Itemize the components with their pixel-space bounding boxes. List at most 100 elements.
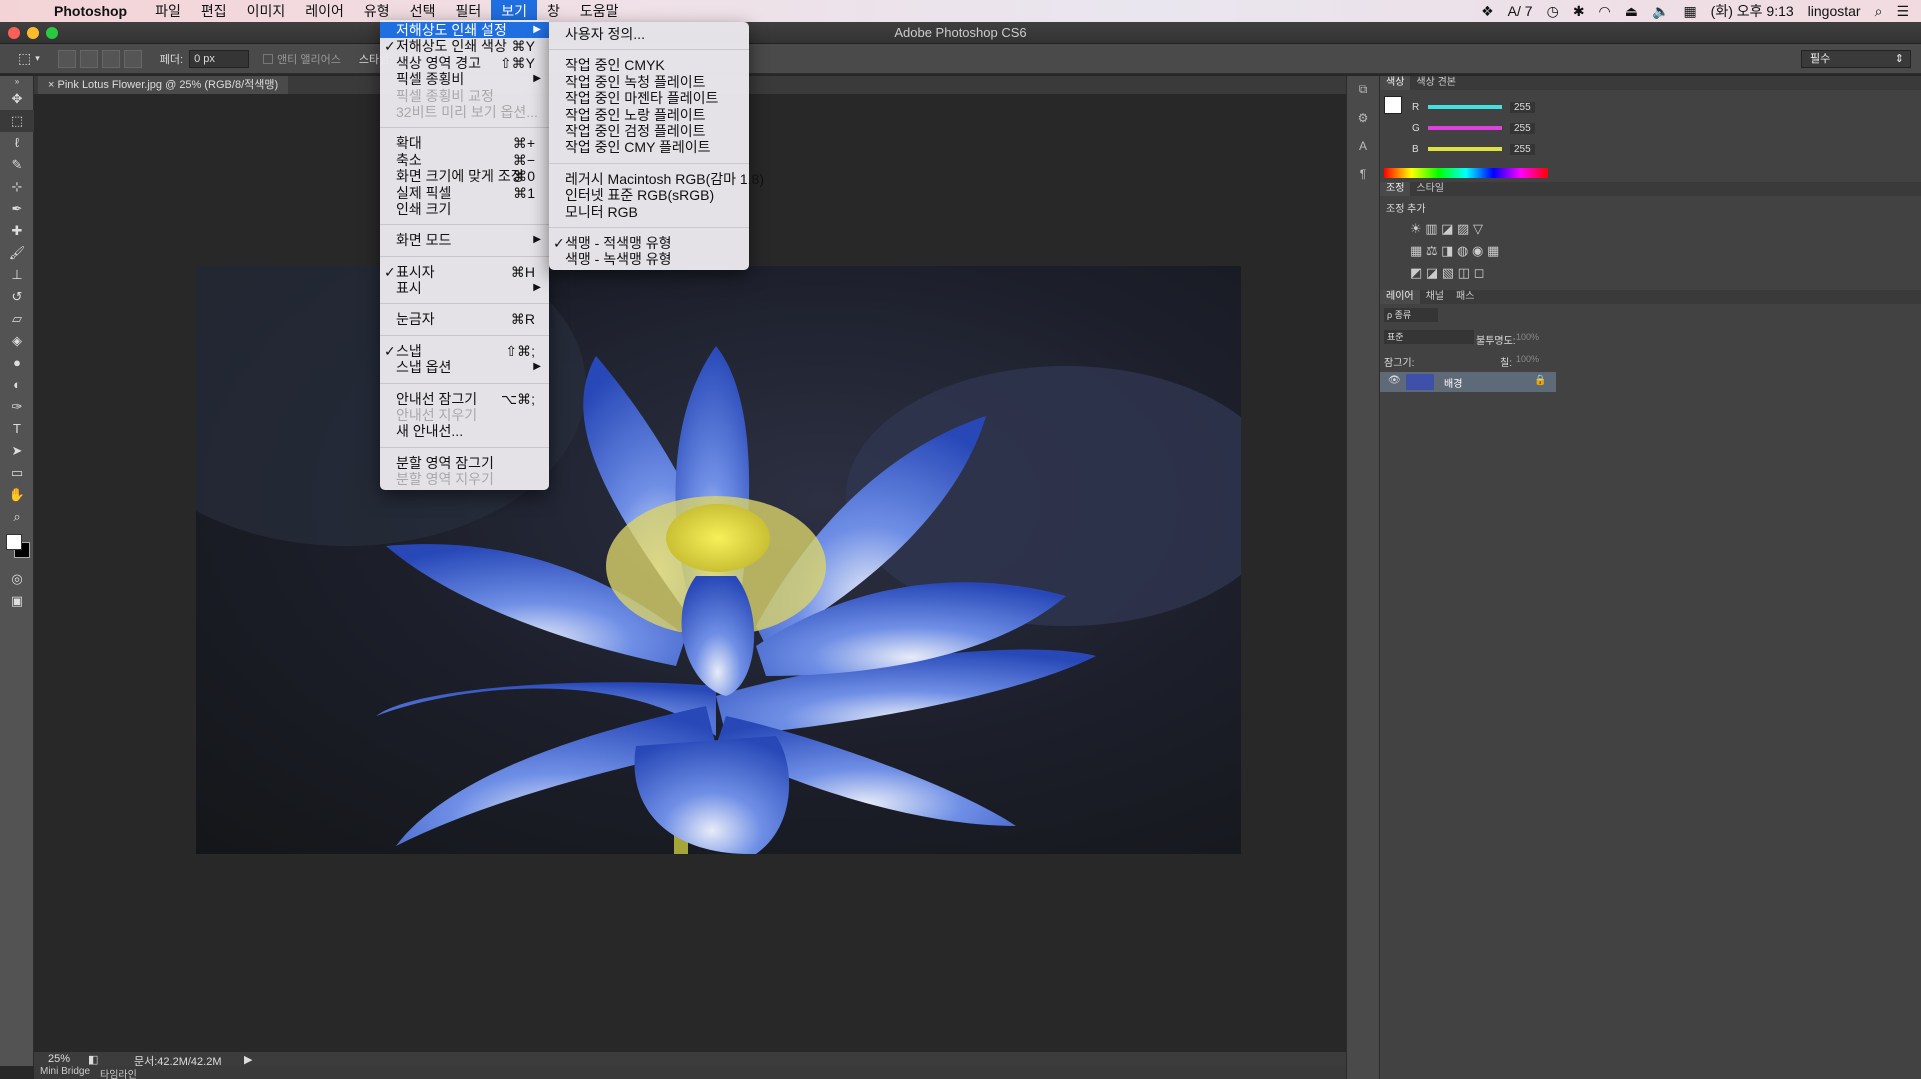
foreground-color-swatch[interactable] bbox=[6, 534, 22, 550]
quick-mask-icon[interactable]: ◎ bbox=[0, 568, 34, 590]
tab-styles[interactable]: 스타일 bbox=[1410, 182, 1450, 196]
app-menu[interactable]: Photoshop bbox=[54, 3, 127, 19]
blend-mode-select[interactable]: 표준 bbox=[1384, 330, 1474, 344]
eye-icon[interactable]: 👁 bbox=[1388, 375, 1401, 386]
eyedropper-tool-icon[interactable]: ✒ bbox=[0, 198, 34, 220]
feather-input[interactable] bbox=[189, 49, 250, 68]
view_menu-item-8[interactable]: 축소 ⌘− bbox=[380, 152, 549, 168]
view_menu-item-18[interactable]: 눈금자 ⌘R bbox=[380, 311, 549, 327]
channel-b-value[interactable]: 255 bbox=[1510, 143, 1535, 155]
proof_submenu-item-3[interactable]: 작업 중인 녹청 플레이트 bbox=[549, 74, 749, 90]
proof_submenu-item-5[interactable]: 작업 중인 노랑 플레이트 bbox=[549, 107, 749, 123]
screen-mode-icon[interactable]: ▣ bbox=[0, 590, 34, 612]
proof_submenu-item-7[interactable]: 작업 중인 CMY 플레이트 bbox=[549, 139, 749, 155]
view_menu-item-1[interactable]: ✓ 저해상도 인쇄 색상 ⌘Y bbox=[380, 38, 549, 54]
layer-row[interactable]: 👁 배경 🔒 bbox=[1380, 372, 1556, 392]
menu-select[interactable]: 선택 bbox=[400, 0, 446, 22]
antialias-checkbox[interactable] bbox=[263, 53, 274, 64]
crop-tool-icon[interactable]: ⊹ bbox=[0, 176, 34, 198]
view_menu-item-20[interactable]: ✓ 스냅 ⇧⌘; bbox=[380, 343, 549, 359]
properties-icon[interactable]: ⚙ bbox=[1347, 111, 1379, 125]
history-brush-tool-icon[interactable]: ↺ bbox=[0, 286, 34, 308]
view_menu-item-7[interactable]: 확대 ⌘+ bbox=[380, 135, 549, 151]
move-tool-icon[interactable]: ✥ bbox=[0, 88, 34, 110]
proof_submenu-item-14[interactable]: 색맹 - 녹색맹 유형 bbox=[549, 251, 749, 267]
fg-swatch[interactable] bbox=[1384, 96, 1402, 114]
adjustment-icons[interactable]: ☀ ▥ ◪ ▨ ▽ ▦ ⚖ ◨ ◍ ◉ ▦ ◩ ◪ ▧ ◫ ◻ bbox=[1410, 218, 1550, 284]
marquee-tool-icon[interactable]: ⬚ bbox=[0, 110, 34, 132]
tab-mini-bridge[interactable]: Mini Bridge bbox=[40, 1066, 90, 1077]
view_menu-item-16[interactable]: 표시 ▶ bbox=[380, 280, 549, 296]
volume-icon[interactable]: 🔈 bbox=[1652, 3, 1669, 20]
adobe-badge-icon[interactable]: A/ 7 bbox=[1508, 3, 1533, 19]
dropbox-icon[interactable]: ❖ bbox=[1481, 3, 1494, 20]
tab-layers[interactable]: 레이어 bbox=[1380, 290, 1420, 304]
tab-swatches[interactable]: 색상 견본 bbox=[1410, 76, 1462, 90]
time-machine-icon[interactable]: ◷ bbox=[1547, 3, 1559, 20]
menu-file[interactable]: 파일 bbox=[145, 0, 191, 22]
clock[interactable]: (화) 오후 9:13 bbox=[1711, 1, 1794, 21]
zoom-tool-icon[interactable]: ⌕ bbox=[0, 506, 34, 528]
tab-paths[interactable]: 패스 bbox=[1450, 290, 1480, 304]
proof_submenu-item-0[interactable]: 사용자 정의... bbox=[549, 26, 749, 42]
menu-help[interactable]: 도움말 bbox=[570, 0, 629, 22]
menu-image[interactable]: 이미지 bbox=[237, 0, 296, 22]
hand-tool-icon[interactable]: ✋ bbox=[0, 484, 34, 506]
proof_submenu-item-9[interactable]: 레거시 Macintosh RGB(감마 1.8) bbox=[549, 171, 764, 187]
paragraph-icon[interactable]: ¶ bbox=[1347, 167, 1379, 181]
view_menu-item-9[interactable]: 화면 크기에 맞게 조정 ⌘0 bbox=[380, 168, 549, 184]
menu-window[interactable]: 창 bbox=[537, 0, 570, 22]
new-selection-icon[interactable] bbox=[57, 49, 76, 68]
slider-b[interactable]: B 255 bbox=[1412, 141, 1535, 157]
proof_submenu-item-11[interactable]: 모니터 RGB bbox=[549, 204, 749, 220]
play-right-icon[interactable]: ▶ bbox=[244, 1053, 252, 1066]
view_menu-item-3[interactable]: 픽셀 종횡비 ▶ bbox=[380, 71, 549, 87]
view_menu-item-2[interactable]: 색상 영역 경고 ⇧⌘Y bbox=[380, 55, 549, 71]
wifi-icon[interactable]: ◠ bbox=[1599, 3, 1611, 20]
tab-adjustments[interactable]: 조정 bbox=[1380, 182, 1411, 196]
history-icon[interactable]: ⧉ bbox=[1347, 82, 1379, 97]
layer-filter[interactable]: ρ 종류 bbox=[1384, 308, 1438, 322]
user-name[interactable]: lingostar bbox=[1808, 3, 1861, 19]
channel-b-bar[interactable] bbox=[1428, 147, 1502, 151]
channel-g-value[interactable]: 255 bbox=[1510, 122, 1535, 134]
opacity-value[interactable]: 100% bbox=[1516, 332, 1539, 342]
character-icon[interactable]: A bbox=[1347, 139, 1379, 153]
tab-timeline[interactable]: 타임라인 bbox=[100, 1066, 137, 1079]
menu-edit[interactable]: 편집 bbox=[191, 0, 237, 22]
zoom-level[interactable]: 25% bbox=[48, 1053, 70, 1065]
pen-tool-icon[interactable]: ✑ bbox=[0, 396, 34, 418]
eject-icon[interactable]: ⏏ bbox=[1625, 3, 1638, 20]
collapse-icon[interactable]: » bbox=[0, 76, 34, 88]
type-tool-icon[interactable]: T bbox=[0, 418, 34, 440]
document-image[interactable] bbox=[196, 266, 1241, 854]
view_menu-item-15[interactable]: ✓ 표시자 ⌘H bbox=[380, 264, 549, 280]
brush-tool-icon[interactable]: 🖌 bbox=[0, 242, 34, 264]
proof_submenu-item-6[interactable]: 작업 중인 검정 플레이트 bbox=[549, 123, 749, 139]
stamp-tool-icon[interactable]: ⊥ bbox=[0, 264, 34, 286]
proof_submenu-item-10[interactable]: 인터넷 표준 RGB(sRGB) bbox=[549, 187, 749, 203]
view_menu-item-0[interactable]: 저해상도 인쇄 설정 ▶ bbox=[380, 22, 549, 39]
channel-r-bar[interactable] bbox=[1428, 105, 1502, 109]
proof_submenu-item-13[interactable]: ✓ 색맹 - 적색맹 유형 bbox=[549, 235, 749, 251]
paint-bucket-tool-icon[interactable]: ◈ bbox=[0, 330, 34, 352]
eraser-tool-icon[interactable]: ▱ bbox=[0, 308, 34, 330]
marquee-preset-icon[interactable]: ⬚ bbox=[18, 50, 31, 67]
dodge-tool-icon[interactable]: ◐ bbox=[0, 374, 34, 396]
menu-filter[interactable]: 필터 bbox=[445, 0, 491, 22]
proof_submenu-item-2[interactable]: 작업 중인 CMYK bbox=[549, 57, 749, 73]
slider-g[interactable]: G 255 bbox=[1412, 120, 1535, 136]
document-tab[interactable]: × Pink Lotus Flower.jpg @ 25% (RGB/8/적색맹… bbox=[38, 76, 289, 94]
view_menu-item-23[interactable]: 안내선 잠그기 ⌥⌘; bbox=[380, 391, 549, 407]
tab-color[interactable]: 색상 bbox=[1380, 76, 1411, 90]
proof_submenu-item-4[interactable]: 작업 중인 마젠타 플레이트 bbox=[549, 90, 749, 106]
fill-value[interactable]: 100% bbox=[1516, 354, 1539, 364]
add-selection-icon[interactable] bbox=[79, 49, 98, 68]
input-flag-icon[interactable]: ▦ bbox=[1683, 3, 1696, 20]
view_menu-item-11[interactable]: 인쇄 크기 bbox=[380, 201, 549, 217]
subtract-selection-icon[interactable] bbox=[101, 49, 120, 68]
color-ramp[interactable] bbox=[1384, 168, 1548, 178]
quick-select-tool-icon[interactable]: ✎ bbox=[0, 154, 34, 176]
slider-r[interactable]: R 255 bbox=[1412, 99, 1535, 115]
blur-tool-icon[interactable]: ● bbox=[0, 352, 34, 374]
